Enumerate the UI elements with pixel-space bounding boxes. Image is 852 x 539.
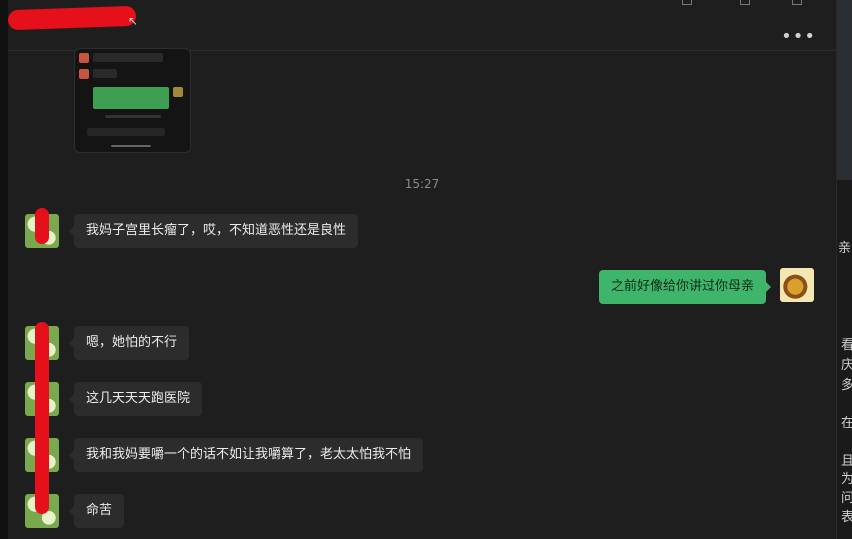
redaction-mark: [35, 208, 49, 244]
message-bubble[interactable]: 我和我妈要嚼一个的话不如让我嚼算了，老太太怕我不怕: [68, 438, 424, 472]
message-row: 这几天天天跑医院: [8, 382, 836, 416]
side-text: 问: [841, 487, 852, 506]
message-bubble[interactable]: 命苦: [68, 494, 125, 528]
shared-screenshot-image[interactable]: [74, 48, 191, 153]
side-panel-header: [837, 0, 852, 180]
side-text: 看: [841, 334, 852, 353]
minimize-icon[interactable]: [682, 0, 692, 5]
message-bubble[interactable]: 我妈子宫里长瘤了，哎，不知道恶性还是良性: [68, 214, 359, 248]
side-text: 为: [841, 468, 852, 487]
redaction-mark: [35, 322, 49, 514]
message-row: 我妈子宫里长瘤了，哎，不知道恶性还是良性: [8, 214, 836, 248]
chat-window: ↖ ••• 15:27 我妈子宫里长瘤了，哎，不知道恶性还是良性 之前好像给你讲…: [8, 0, 836, 539]
window-controls[interactable]: [656, 0, 816, 6]
thumb-home-bar: [111, 145, 151, 147]
thumb-divider: [105, 115, 161, 118]
side-text: 亲: [838, 241, 852, 256]
self-avatar[interactable]: [780, 268, 814, 302]
side-text: 且: [841, 450, 852, 469]
thumb-avatar: [79, 69, 89, 79]
thumb-avatar: [173, 87, 183, 97]
message-bubble[interactable]: 这几天天天跑医院: [68, 382, 203, 416]
message-bubble[interactable]: 嗯，她怕的不行: [68, 326, 190, 360]
thumb-avatar: [79, 53, 89, 63]
thumb-self-message: [93, 87, 169, 109]
message-row: 我和我妈要嚼一个的话不如让我嚼算了，老太太怕我不怕: [8, 438, 836, 472]
thumb-input: [87, 128, 165, 136]
cursor-icon: ↖: [128, 14, 139, 28]
message-row: 命苦: [8, 494, 836, 528]
chat-header: ↖ •••: [8, 0, 836, 51]
side-text: 在: [841, 412, 852, 431]
message-timestamp: 15:27: [404, 177, 440, 191]
message-row: 嗯，她怕的不行: [8, 326, 836, 360]
thumb-message: [93, 53, 163, 62]
message-bubble-self[interactable]: 之前好像给你讲过你母亲: [598, 270, 772, 304]
thumb-message: [93, 69, 117, 78]
message-row: 之前好像给你讲过你母亲: [8, 268, 836, 304]
more-horizontal-icon[interactable]: •••: [781, 28, 816, 46]
side-text: 多: [841, 374, 852, 393]
side-text: 表: [841, 506, 852, 525]
close-icon[interactable]: [792, 0, 802, 5]
side-text: 庆: [841, 354, 852, 373]
side-panel: 亲 看 庆 多 在 且 为 问 表: [836, 0, 852, 539]
maximize-icon[interactable]: [740, 0, 750, 5]
redacted-contact-name: [8, 5, 137, 31]
